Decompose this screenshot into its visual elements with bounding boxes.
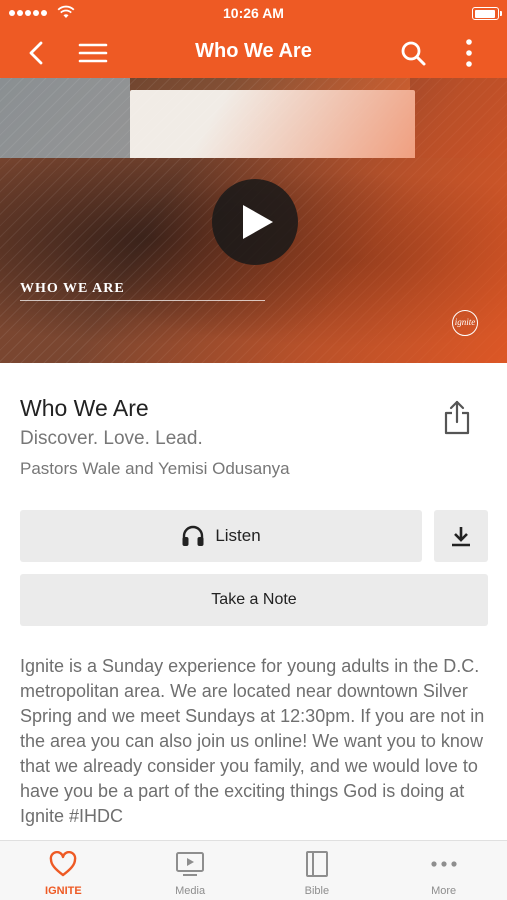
tab-bar: IGNITE Media Bible More xyxy=(0,840,507,900)
bible-icon xyxy=(305,851,328,877)
tab-more-label: More xyxy=(431,885,457,897)
tab-ignite-label: IGNITE xyxy=(45,885,82,897)
sermon-description: Ignite is a Sunday experience for young … xyxy=(20,656,485,826)
ignite-logo: ignite xyxy=(452,310,478,336)
sermon-speaker: Pastors Wale and Yemisi Odusanya xyxy=(20,459,290,478)
more-vertical-icon[interactable] xyxy=(454,36,484,70)
share-icon[interactable] xyxy=(440,398,474,436)
more-horizontal-icon xyxy=(431,861,457,867)
download-icon xyxy=(452,527,470,547)
hero-label: WHO WE ARE xyxy=(20,281,125,296)
sermon-hero-image[interactable]: WHO WE ARE ignite xyxy=(0,78,507,363)
take-note-label: Take a Note xyxy=(211,591,297,608)
heart-icon xyxy=(50,851,77,877)
listen-label: Listen xyxy=(215,526,261,545)
hero-label-underline xyxy=(20,300,265,301)
take-note-button[interactable]: Take a Note xyxy=(20,574,488,626)
play-button[interactable] xyxy=(212,179,298,265)
tab-more[interactable]: More xyxy=(380,841,507,900)
tab-bible[interactable]: Bible xyxy=(254,841,381,900)
status-time: 10:26 AM xyxy=(223,5,284,21)
listen-button[interactable]: Listen xyxy=(20,510,422,562)
download-button[interactable] xyxy=(434,510,488,562)
headphones-icon xyxy=(182,525,204,546)
play-icon xyxy=(243,205,273,239)
sermon-title: Who We Are xyxy=(20,395,149,421)
media-icon xyxy=(176,852,205,876)
battery-icon xyxy=(472,7,502,20)
search-icon[interactable] xyxy=(398,38,428,68)
tab-bible-label: Bible xyxy=(304,885,330,897)
tab-media-label: Media xyxy=(175,885,206,897)
sermon-subtitle: Discover. Love. Lead. xyxy=(20,428,203,449)
tab-ignite[interactable]: IGNITE xyxy=(0,841,127,900)
status-bar: 10:26 AM xyxy=(0,0,507,28)
page-title: Who We Are xyxy=(195,40,312,62)
tab-media[interactable]: Media xyxy=(127,841,254,900)
nav-bar: Who We Are xyxy=(0,28,507,78)
